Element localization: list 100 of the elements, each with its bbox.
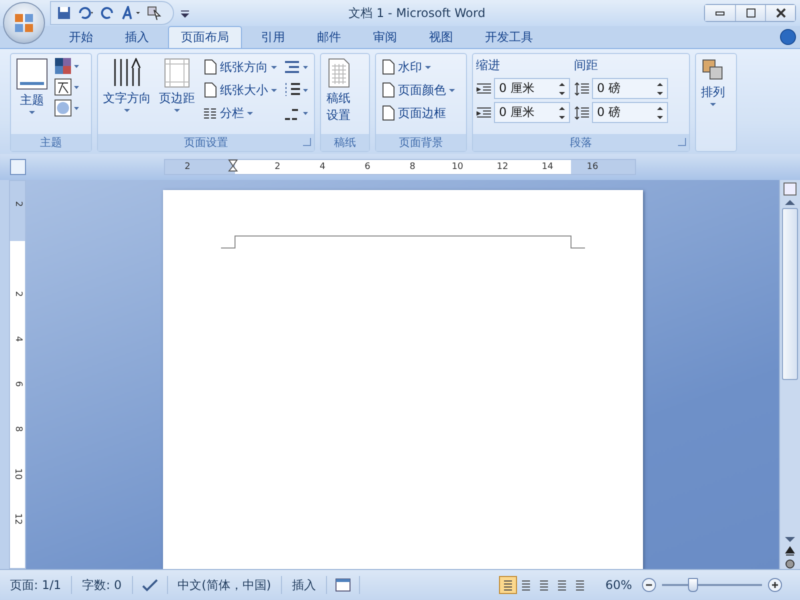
page-icon (203, 82, 217, 98)
plus-icon (771, 581, 779, 589)
indent-field[interactable]: 0 厘米 (494, 102, 570, 123)
theme-effects-icon (54, 99, 80, 117)
ribbon-tab[interactable]: 开发工具 (472, 26, 546, 48)
save-icon (57, 6, 71, 20)
browse-object-icon (785, 559, 795, 569)
spacing-field[interactable]: 0 磅 (592, 102, 668, 123)
spin-arrows-icon (559, 106, 565, 120)
theme-fonts-icon (54, 78, 80, 96)
office-button[interactable] (3, 2, 45, 44)
ribbon-tab[interactable]: 插入 (112, 26, 162, 48)
ruler-number: 2 (184, 161, 192, 174)
group-label: 主题 (40, 135, 62, 150)
group-label: 段落 (570, 135, 592, 150)
arrange-button[interactable]: 排列 (699, 57, 727, 148)
spin-arrows-icon (657, 106, 663, 120)
ribbon-tab[interactable]: 开始 (56, 26, 106, 48)
scrollbar-thumb[interactable] (782, 208, 798, 380)
undo-icon (77, 6, 95, 20)
zoom-out-button[interactable] (642, 578, 656, 592)
scroll-up-icon (785, 199, 795, 205)
indent-label: 缩进 (476, 57, 501, 74)
spacing-icon (574, 106, 590, 120)
ribbon-tab[interactable]: 审阅 (360, 26, 410, 48)
stacked-shapes-icon (701, 58, 725, 82)
insert-mode-indicator[interactable]: 插入 (282, 576, 328, 594)
ruler-number: 4 (318, 161, 326, 174)
columns-button[interactable]: 分栏 (201, 103, 279, 123)
page-lines-icon (556, 579, 568, 591)
group-label: 稿纸 (334, 135, 356, 150)
spacing-icon (574, 82, 590, 96)
tab-stop-selector[interactable] (10, 159, 26, 175)
zoom-slider-thumb[interactable] (688, 578, 698, 592)
ruler-number: 10 (12, 468, 22, 480)
ruler-number: 2 (12, 200, 22, 206)
page-count[interactable]: 页面: 1/1 (0, 576, 72, 594)
ruler-number: 8 (12, 426, 22, 432)
group-label: 页面背景 (399, 135, 443, 150)
page-icon (381, 82, 395, 98)
text-direction-button[interactable]: 文字方向 (101, 57, 153, 131)
page-background-button[interactable]: 页面边框 (379, 103, 457, 123)
select-pointer-icon (147, 6, 163, 20)
manuscript-setup-button[interactable]: 稿纸设置 (324, 57, 354, 131)
help-icon[interactable] (780, 29, 796, 45)
font-a-icon (121, 6, 141, 20)
indent-icon (476, 106, 492, 120)
ribbon-tab[interactable]: 邮件 (304, 26, 354, 48)
spacing-label: 间距 (574, 57, 599, 74)
theme-colors-icon (54, 57, 80, 75)
office-logo-icon (13, 12, 35, 34)
page-icon (203, 59, 217, 75)
page-background-button[interactable]: 页面颜色 (379, 80, 457, 100)
minimize-button[interactable] (705, 5, 735, 21)
close-button[interactable] (765, 5, 795, 21)
ruler-number: 12 (12, 512, 22, 524)
previous-page-icon (785, 546, 795, 556)
page-lines-icon (520, 579, 532, 591)
themes-button[interactable]: 主题 (14, 57, 50, 131)
language-indicator[interactable]: 中文(简体，中国) (168, 576, 282, 594)
window-title: 文档 1 - Microsoft Word (348, 4, 486, 22)
ruler-number: 6 (364, 161, 372, 174)
spacing-field[interactable]: 0 磅 (592, 78, 668, 99)
page-icon (381, 59, 395, 75)
close-icon (776, 8, 786, 18)
theme-preview-icon (16, 58, 48, 90)
maximize-icon (746, 8, 756, 18)
columns-icon (203, 107, 217, 119)
customize-menu-icon (180, 8, 190, 18)
text-direction-icon (112, 58, 142, 88)
page-icon (381, 105, 395, 121)
page-lines-icon (574, 579, 586, 591)
ribbon-tab[interactable]: 视图 (416, 26, 466, 48)
ruler-number: 14 (540, 161, 554, 174)
zoom-level[interactable]: 60% (595, 576, 642, 594)
view-mode-button[interactable] (499, 576, 518, 594)
page-lines-icon (538, 579, 550, 591)
ruler-number: 6 (12, 380, 22, 386)
ribbon-tab[interactable]: 页面布局 (168, 26, 242, 48)
indent-field[interactable]: 0 厘米 (494, 78, 570, 99)
margins-button[interactable]: 页边距 (157, 57, 197, 131)
orientation-button[interactable]: 纸张方向 (201, 57, 279, 77)
grid-paper-icon (326, 58, 351, 88)
page-background-button[interactable]: 水印 (379, 57, 457, 77)
spin-arrows-icon (657, 82, 663, 96)
size-button[interactable]: 纸张大小 (201, 80, 279, 100)
ribbon-tab[interactable]: 引用 (248, 26, 298, 48)
scroll-down-icon (785, 537, 795, 543)
ruler-number: 16 (586, 161, 600, 174)
word-count[interactable]: 字数: 0 (72, 576, 133, 594)
maximize-button[interactable] (735, 5, 765, 21)
spin-arrows-icon (559, 82, 565, 96)
zoom-in-button[interactable] (768, 578, 782, 592)
indent-icon (476, 82, 492, 96)
redo-icon (101, 6, 115, 20)
ruler-number: 4 (12, 336, 22, 342)
margins-icon (164, 58, 190, 88)
ruler-number: 8 (408, 161, 416, 174)
page-lines-icon (502, 579, 514, 591)
minimize-icon (715, 9, 725, 17)
